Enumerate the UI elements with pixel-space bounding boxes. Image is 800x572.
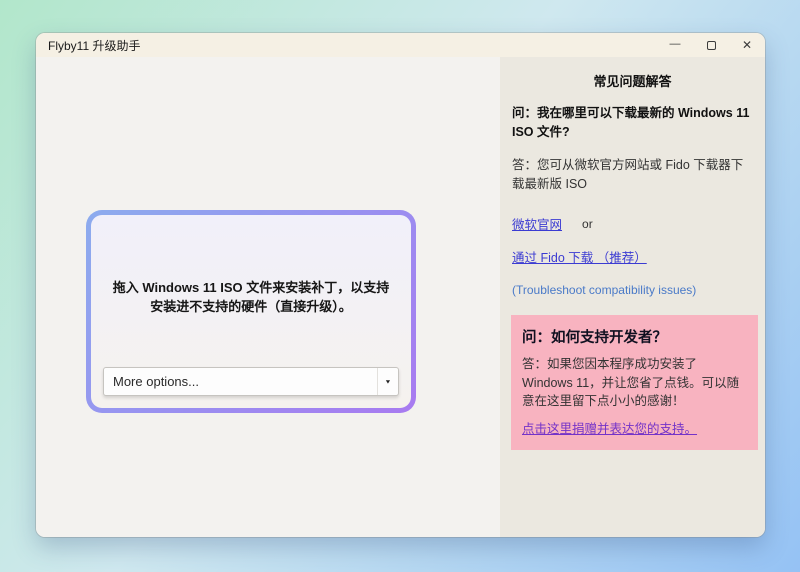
donate-link[interactable]: 点击这里捐赠并表达您的支持。 bbox=[522, 418, 697, 437]
close-icon: ✕ bbox=[742, 39, 752, 51]
title-bar: Flyby11 升级助手 — ✕ bbox=[36, 33, 765, 57]
faq1-question: 问：我在哪里可以下载最新的 Windows 11 ISO 文件? bbox=[512, 104, 753, 142]
faq1-answer: 答：您可从微软官方网站或 Fido 下载器下载最新版 ISO bbox=[512, 156, 753, 194]
chevron-down-icon: ▼ bbox=[384, 378, 391, 384]
download-links-row: 微软官网 or bbox=[512, 214, 753, 233]
close-button[interactable]: ✕ bbox=[729, 33, 765, 57]
faq2-question: 问：如何支持开发者？ bbox=[522, 326, 748, 347]
app-window: Flyby11 升级助手 — ✕ 拖入 Windows 11 ISO 文件来安装… bbox=[36, 33, 765, 537]
window-title: Flyby11 升级助手 bbox=[36, 37, 140, 54]
maximize-icon bbox=[707, 41, 716, 50]
dropzone-instruction: 拖入 Windows 11 ISO 文件来安装补丁，以支持安装进不支持的硬件（直… bbox=[109, 278, 393, 316]
microsoft-site-link[interactable]: 微软官网 bbox=[512, 214, 562, 233]
faq2-answer: 答：如果您因本程序成功安装了 Windows 11，并让您省了点钱。可以随意在这… bbox=[522, 355, 748, 411]
combobox-dropdown-button[interactable]: ▼ bbox=[377, 368, 398, 395]
faq-section-title: 常见问题解答 bbox=[512, 71, 753, 90]
minimize-icon: — bbox=[670, 39, 681, 50]
window-content: 拖入 Windows 11 ISO 文件来安装补丁，以支持安装进不支持的硬件（直… bbox=[36, 57, 765, 537]
fido-download-link[interactable]: 通过 Fido 下载 （推荐） bbox=[512, 247, 647, 266]
faq-sidebar: 常见问题解答 问：我在哪里可以下载最新的 Windows 11 ISO 文件? … bbox=[500, 57, 765, 537]
window-controls: — ✕ bbox=[657, 33, 765, 57]
more-options-combobox[interactable]: More options... ▼ bbox=[103, 367, 399, 396]
or-label: or bbox=[582, 217, 593, 231]
maximize-button[interactable] bbox=[693, 33, 729, 57]
combobox-value: More options... bbox=[104, 374, 377, 389]
iso-dropzone[interactable]: 拖入 Windows 11 ISO 文件来安装补丁，以支持安装进不支持的硬件（直… bbox=[86, 210, 416, 413]
support-developer-box: 问：如何支持开发者？ 答：如果您因本程序成功安装了 Windows 11，并让您… bbox=[511, 315, 758, 450]
troubleshoot-link[interactable]: (Troubleshoot compatibility issues) bbox=[512, 283, 696, 297]
main-panel: 拖入 Windows 11 ISO 文件来安装补丁，以支持安装进不支持的硬件（直… bbox=[36, 57, 500, 537]
minimize-button[interactable]: — bbox=[657, 33, 693, 57]
